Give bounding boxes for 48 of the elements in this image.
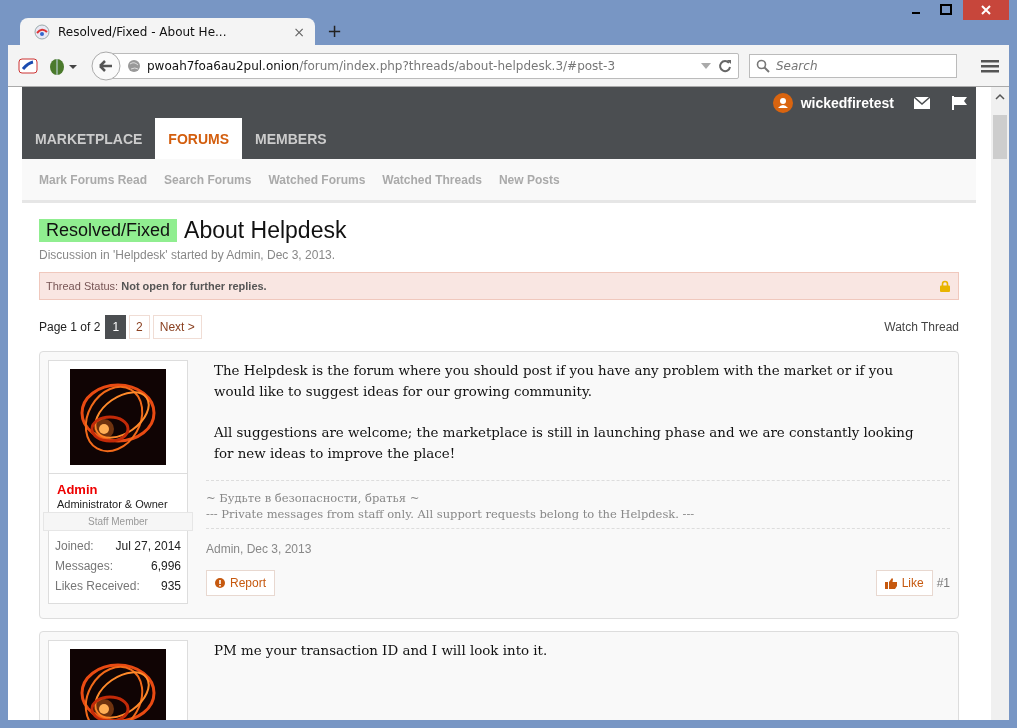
- nav-tab[interactable]: MEMBERS: [242, 118, 340, 159]
- message-paragraph: All suggestions are welcome; the marketplace is still in launching phase and we are constantly looking for new ideas to improve the place!: [214, 424, 915, 463]
- flag-icon[interactable]: [952, 95, 968, 110]
- tab-title: Resolved/Fixed - About He...: [58, 24, 228, 39]
- message-paragraph: PM me your transaction ID and I will look into it.: [214, 642, 549, 660]
- report-button[interactable]: Report: [206, 570, 276, 596]
- page-label: Page 1 of 2: [39, 319, 101, 334]
- user-title: Administrator & Owner: [56, 497, 169, 510]
- thread-description: Discussion in 'Helpdesk' started by Admin, Dec 3, 2013.: [39, 248, 337, 262]
- thread-prefix: Resolved/Fixed: [39, 219, 178, 242]
- search-field[interactable]: Search: [749, 53, 957, 78]
- stat-label: Likes Received:: [55, 579, 140, 595]
- stat-value: 935: [160, 579, 181, 595]
- like-button[interactable]: Like: [875, 570, 933, 596]
- post-meta[interactable]: Admin, Dec 3, 2013: [206, 542, 950, 556]
- signature-line: --- Private messages from staff only. All support requests belong to the Helpdesk. ---: [206, 506, 696, 522]
- next-page-link[interactable]: Next >: [152, 314, 202, 339]
- watch-thread-link[interactable]: Watch Thread: [884, 319, 959, 334]
- post-number[interactable]: #1: [936, 576, 950, 590]
- thread-title: About Helpdesk: [184, 217, 347, 244]
- alert-icon: [215, 578, 225, 588]
- reload-icon[interactable]: [718, 58, 732, 73]
- stat-value: 6,996: [150, 559, 181, 575]
- stat-label: Messages:: [55, 559, 114, 575]
- menu-icon[interactable]: [981, 57, 999, 74]
- new-tab-button[interactable]: +: [327, 20, 343, 41]
- page-link[interactable]: 1: [105, 314, 127, 339]
- stat-label: Joined:: [55, 539, 94, 555]
- staff-banner: Staff Member: [43, 512, 193, 531]
- browser-tab[interactable]: Resolved/Fixed - About He... ×: [20, 18, 315, 45]
- signature-line: ~ Будьте в безопасности, братья ~: [206, 490, 421, 506]
- page-link[interactable]: 2: [129, 314, 150, 339]
- post-username[interactable]: Admin: [49, 474, 187, 497]
- close-icon[interactable]: [963, 0, 1009, 20]
- scrollbar-thumb[interactable]: [993, 115, 1007, 159]
- thumbs-up-icon: [884, 577, 897, 589]
- envelope-icon[interactable]: [914, 96, 930, 109]
- nav-tab[interactable]: MARKETPLACE: [22, 118, 156, 159]
- back-icon[interactable]: [91, 50, 121, 81]
- message-paragraph: The Helpdesk is the forum where you should post if you have any problem with the market or if you would like to suggest ideas for our growing community.: [214, 362, 895, 401]
- stat-value: Jul 27, 2014: [115, 539, 181, 555]
- status-text: Thread Status: Not open for further replies.: [46, 280, 267, 292]
- scroll-up-icon[interactable]: [995, 93, 1005, 101]
- lock-icon: [940, 280, 950, 292]
- user-icon: [772, 92, 793, 113]
- nav-tab[interactable]: FORUMS: [155, 118, 242, 159]
- username-link[interactable]: wickedfiretest: [800, 94, 894, 111]
- close-tab-button[interactable]: ×: [293, 23, 305, 40]
